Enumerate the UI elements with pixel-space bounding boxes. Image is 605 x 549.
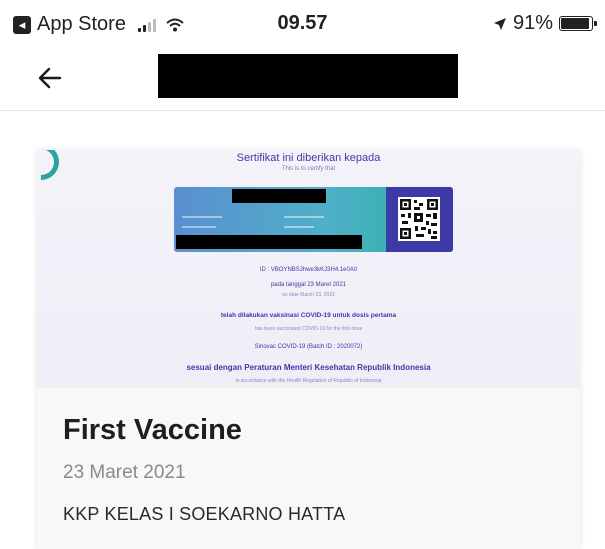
status-bar-right: 91% bbox=[493, 12, 597, 35]
holder-nik-redacted bbox=[176, 235, 362, 249]
qr-code[interactable] bbox=[398, 197, 440, 241]
battery-percent: 91% bbox=[512, 12, 553, 34]
certificate-date: pada tanggal 23 Maret 2021 bbox=[270, 282, 347, 288]
certificate-heading: Sertifikat ini diberikan kepada bbox=[236, 152, 381, 164]
arrow-left-icon bbox=[38, 67, 62, 89]
vaccination-location: KKP KELAS I SOEKARNO HATTA bbox=[63, 504, 346, 524]
vaccine-card[interactable]: Sertifikat ini diberikan kepada This is … bbox=[37, 150, 580, 549]
certificate-vaccine-name: Sinovac COVID-19 (Batch ID : 2020072) bbox=[254, 344, 363, 350]
certificate-preview[interactable]: Sertifikat ini diberikan kepada This is … bbox=[37, 150, 580, 388]
back-button[interactable] bbox=[30, 58, 70, 98]
vaccination-date: 23 Maret 2021 bbox=[63, 462, 186, 483]
battery-icon bbox=[559, 16, 597, 31]
certificate-regulation-en: in accordance with the Health Regulation… bbox=[235, 378, 382, 384]
status-bar: ◂ App Store 09.57 91% bbox=[0, 0, 605, 46]
qr-code-icon bbox=[400, 199, 438, 239]
certificate-subheading: This is to certify that bbox=[281, 166, 336, 172]
page-title-redacted bbox=[158, 54, 458, 98]
certificate-vaccinated-statement-en: has been vaccinated COVID-19 for the fir… bbox=[254, 326, 363, 332]
certificate-regulation: sesuai dengan Peraturan Menteri Kesehata… bbox=[186, 363, 431, 372]
holder-name-redacted bbox=[232, 189, 326, 203]
qr-code-frame bbox=[386, 187, 453, 252]
vaccine-dose-title: First Vaccine bbox=[63, 414, 242, 446]
certificate-id: ID : VBOYNBSJhwe3kKJ3H4.1e0A0 bbox=[259, 267, 358, 273]
certificate-vaccinated-statement: telah dilakukan vaksinasi COVID-19 untuk… bbox=[220, 312, 397, 319]
location-arrow-icon bbox=[493, 17, 506, 30]
certificate-date-en: on date March 23, 2021 bbox=[282, 292, 335, 298]
nav-header bbox=[0, 46, 605, 111]
